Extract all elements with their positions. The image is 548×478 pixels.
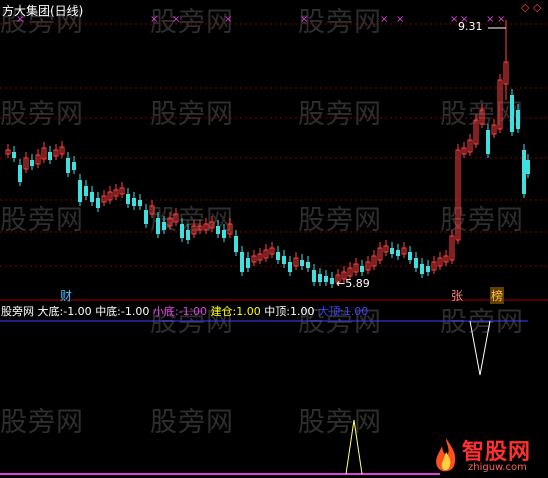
signal-marker: × — [396, 14, 404, 25]
candle-body — [300, 260, 304, 266]
indicator-signal-line — [345, 419, 363, 475]
signal-marker: × — [172, 14, 180, 25]
candle-body — [414, 258, 418, 268]
candle-body — [234, 236, 238, 252]
candle-body — [486, 130, 490, 154]
candle-body — [48, 152, 52, 160]
candle-body — [186, 230, 190, 240]
indicator-item-xiaodi: 小底:-1.00 — [152, 305, 208, 318]
indicator-item-zhongding: 中顶:1.00 — [264, 305, 315, 318]
candle-body — [360, 266, 364, 272]
candle-body — [526, 160, 530, 174]
event-label-cai[interactable]: 财 — [60, 287, 72, 304]
candle-body — [222, 230, 226, 238]
candle-body — [30, 160, 34, 166]
candle-body — [240, 252, 244, 272]
indicator-name: 股旁网 — [1, 305, 34, 318]
diamond-icon[interactable]: ◇ ◇ — [521, 1, 541, 14]
candle-body — [426, 266, 430, 272]
event-label-bang[interactable]: 榜 — [490, 287, 505, 304]
candle-body — [78, 180, 82, 202]
signal-marker: × — [224, 14, 232, 25]
candle-body — [180, 224, 184, 238]
site-logo[interactable]: 智股网 zhiguw.com — [432, 432, 548, 478]
price-high-label: 9.31 — [458, 20, 483, 33]
candle-body — [516, 110, 520, 129]
candle-body — [318, 274, 322, 282]
stock-chart-window: 股旁网 股旁网 股旁网 股旁网 股旁网 股旁网 股旁网 股旁网 股旁网 股旁网 … — [0, 0, 548, 478]
candle-body — [330, 278, 334, 284]
candle-body — [282, 256, 286, 264]
indicator-item-zhongdi: 中底:-1.00 — [95, 305, 150, 318]
price-low-value: 5.89 — [345, 277, 370, 290]
candle-body — [144, 210, 148, 224]
candle-body — [522, 150, 526, 194]
candle-body — [246, 258, 250, 268]
event-label-zhang[interactable]: 张 — [451, 287, 463, 304]
candle-body — [408, 252, 412, 260]
candle-body — [216, 226, 220, 234]
signal-marker: × — [150, 14, 158, 25]
candle-body — [288, 262, 292, 272]
candle-body — [156, 218, 160, 234]
candle-body — [90, 192, 94, 202]
indicator-item-dadi: 大底:-1.00 — [37, 305, 92, 318]
candle-body — [390, 248, 394, 254]
candle-body — [126, 194, 130, 204]
candle-body — [84, 186, 88, 196]
signal-marker: × — [300, 14, 308, 25]
signal-marker: × — [497, 14, 505, 25]
price-low-label: ←5.89 — [336, 277, 370, 290]
flame-icon — [436, 438, 456, 472]
candle-body — [276, 252, 280, 260]
candle-body — [306, 262, 310, 268]
candle-body — [396, 250, 400, 256]
candle-body — [132, 198, 136, 206]
candle-body — [312, 270, 316, 282]
signal-marker: × — [486, 14, 494, 25]
candle-body — [420, 264, 424, 274]
indicator-item-jiancang: 建仓:1.00 — [210, 305, 261, 318]
candle-body — [18, 165, 22, 182]
candle-body — [138, 200, 142, 206]
indicator-item-dading: 大顶:1.00 — [318, 305, 369, 318]
logo-url: zhiguw.com — [468, 462, 527, 473]
candle-body — [66, 158, 70, 173]
candle-body — [72, 162, 76, 170]
chart-title: 方大集团(日线) — [2, 4, 84, 18]
candle-body — [324, 276, 328, 282]
indicator-bar: 股旁网 大底:-1.00 中底:-1.00 小底:-1.00 建仓:1.00 中… — [1, 303, 368, 319]
price-chart: × × × × × × × × × × × — [0, 14, 548, 475]
candle-body — [162, 222, 166, 230]
candle-body — [12, 152, 16, 158]
indicator-signal-line — [469, 320, 491, 376]
candle-body — [96, 198, 100, 208]
candle-body — [510, 95, 514, 132]
signal-marker: × — [380, 14, 388, 25]
